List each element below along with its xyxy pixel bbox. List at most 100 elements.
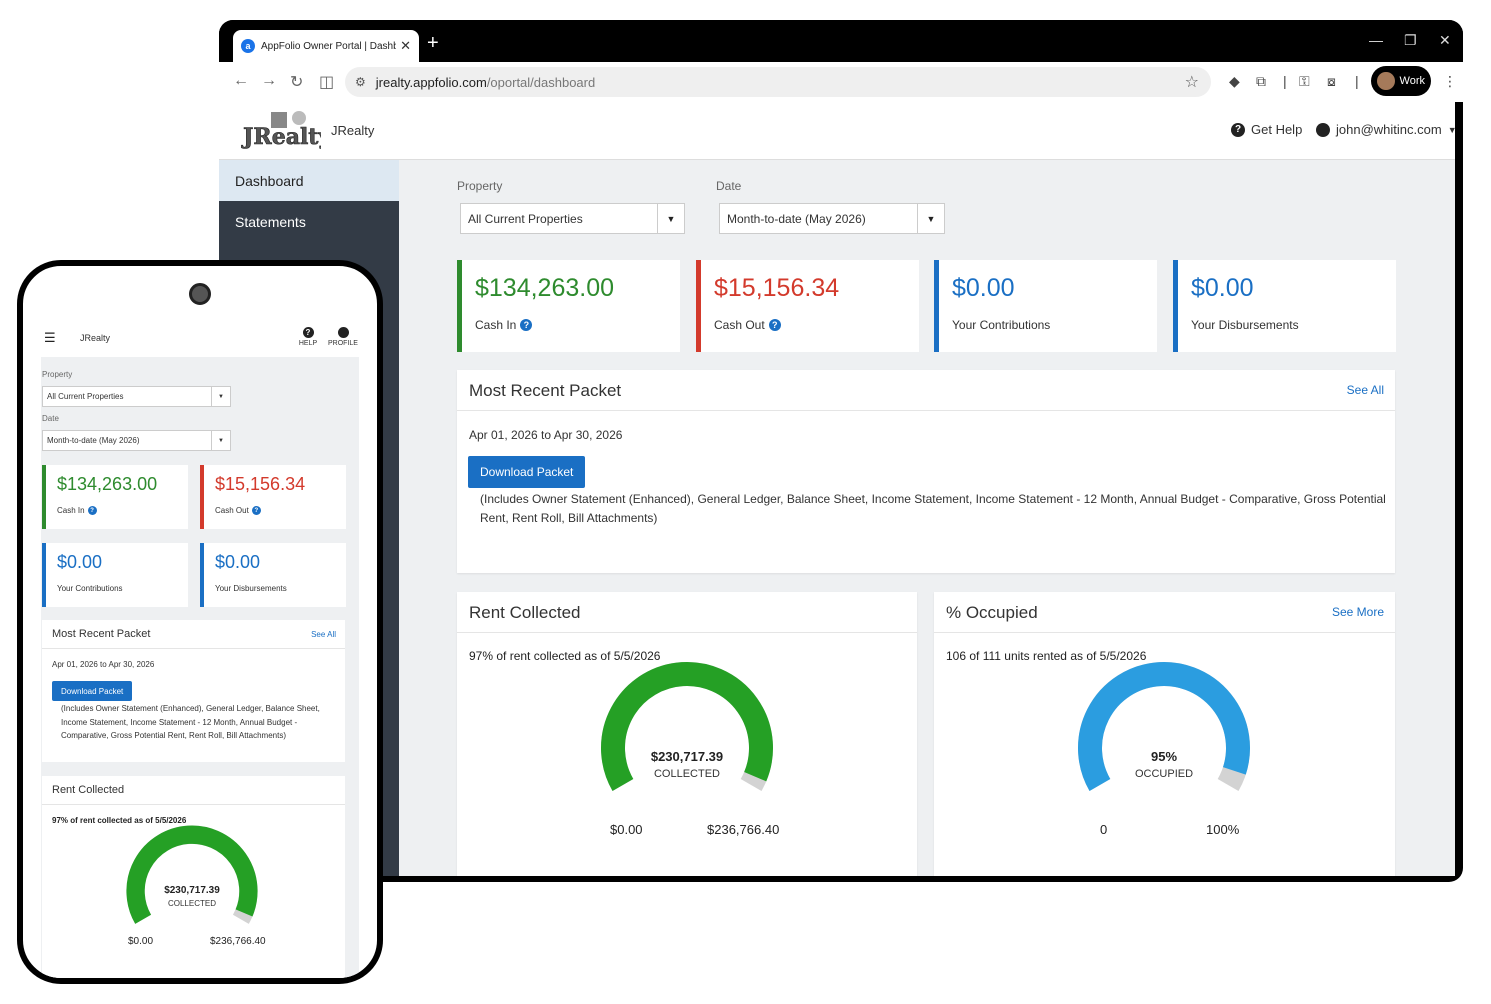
mobile-property-select[interactable]: All Current Properties ▼ (42, 386, 231, 407)
mobile-stat-cash-in: $134,263.00 Cash In? (42, 465, 188, 529)
user-email: john@whitinc.com (1336, 122, 1442, 137)
occupied-gauge-max: 100% (1206, 822, 1240, 837)
date-select-value: Month-to-date (May 2026) (727, 211, 866, 226)
packet-includes: (Includes Owner Statement (Enhanced), Ge… (61, 704, 320, 740)
mobile-rent-gauge-caption: COLLECTED (167, 899, 216, 908)
download-packet-button[interactable]: Download Packet (468, 456, 586, 488)
stat-amount: $15,156.34 (714, 274, 840, 302)
phone-device: ☰ JRealty ? HELP PROFILE Property All Cu… (17, 260, 383, 984)
sidebar-item-dashboard[interactable]: Dashboard (219, 160, 399, 201)
mobile-date-value: Month-to-date (May 2026) (47, 436, 140, 445)
profile-chip[interactable]: Work (1371, 66, 1431, 96)
card-header: Most Recent Packet See All (42, 620, 345, 649)
puzzle-extensions-icon[interactable]: ⧉ (1256, 73, 1266, 90)
stat-label: Your Disbursements (215, 584, 287, 593)
help-icon: ? (1231, 122, 1245, 137)
occupied-card: % Occupied See More 106 of 111 units ren… (934, 592, 1395, 876)
appfolio-favicon-icon: a (241, 39, 255, 53)
caret-down-icon: ▼ (211, 387, 230, 406)
minimize-icon[interactable]: — (1369, 32, 1383, 48)
rent-gauge-min: $0.00 (610, 822, 643, 837)
dashboard-main: Property All Current Properties ▼ Date M… (399, 160, 1455, 876)
card-title: Rent Collected (469, 603, 581, 622)
info-icon[interactable]: ? (520, 319, 533, 331)
sidebar-item-statements[interactable]: Statements (219, 201, 399, 242)
stat-amount: $134,263.00 (475, 274, 615, 302)
reload-icon[interactable]: ↻ (290, 72, 303, 92)
get-help-link[interactable]: ? Get Help (1231, 122, 1302, 137)
caret-down-icon: ▼ (211, 431, 230, 450)
rent-gauge-value: $230,717.39 (650, 749, 724, 764)
mobile-help-button[interactable]: ? HELP (293, 327, 323, 347)
toolbar-divider-2: | (1355, 73, 1359, 89)
stat-label-text: Cash In (57, 506, 85, 515)
info-icon[interactable]: ? (768, 319, 781, 331)
see-all-link[interactable]: See All (311, 630, 336, 639)
stat-label: Cash In? (57, 506, 97, 515)
card-header: Rent Collected (457, 592, 917, 633)
stat-card-cash-out: $15,156.34 Cash Out? (696, 260, 919, 352)
browser-window: a AppFolio Owner Portal | Dashboard ✕ + … (219, 20, 1463, 882)
packet-date-range: Apr 01, 2026 to Apr 30, 2026 (469, 428, 623, 442)
stat-amount: $134,263.00 (57, 474, 158, 494)
mobile-profile-label: PROFILE (328, 340, 358, 347)
site-info-icon[interactable]: ⚙ (355, 75, 366, 89)
rent-gauge-caption: COLLECTED (653, 768, 721, 780)
mobile-date-select[interactable]: Month-to-date (May 2026) ▼ (42, 430, 231, 451)
card-title: Rent Collected (52, 784, 125, 796)
browser-tab[interactable]: a AppFolio Owner Portal | Dashboard ✕ (233, 30, 419, 62)
property-select-value: All Current Properties (468, 211, 583, 226)
download-packet-button[interactable]: Download Packet (52, 681, 133, 701)
card-title: Most Recent Packet (52, 628, 151, 640)
mobile-property-value: All Current Properties (47, 392, 124, 401)
property-select[interactable]: All Current Properties ▼ (460, 203, 685, 234)
user-menu[interactable]: john@whitinc.com ▼ (1316, 122, 1455, 137)
split-view-icon[interactable]: ◫ (319, 72, 334, 92)
hamburger-menu-icon[interactable]: ☰ (44, 330, 56, 346)
forward-icon[interactable]: → (261, 72, 277, 90)
stat-label: Your Contributions (57, 584, 123, 593)
stat-amount: $15,156.34 (215, 474, 306, 494)
stat-label: Cash Out? (714, 318, 781, 332)
svg-text:JRealty: JRealty (241, 124, 321, 150)
see-more-link[interactable]: See More (1332, 605, 1384, 619)
extension-icon[interactable]: ◆ (1229, 73, 1240, 90)
address-bar[interactable]: ⚙ jrealty.appfolio.com/oportal/dashboard… (345, 67, 1211, 97)
browser-toolbar: ← → ↻ ◫ ⚙ jrealty.appfolio.com/oportal/d… (219, 62, 1463, 102)
packet-includes: (Includes Owner Statement (Enhanced), Ge… (480, 492, 1386, 525)
close-tab-icon[interactable]: ✕ (400, 38, 411, 54)
mobile-recent-packet-card: Most Recent Packet See All Apr 01, 2026 … (42, 620, 345, 762)
card-header: Most Recent Packet See All (457, 370, 1395, 411)
app-header: JRealty JRealty ? Get Help john@whitinc.… (219, 102, 1455, 160)
tab-title: AppFolio Owner Portal | Dashboard (261, 40, 397, 52)
occupied-gauge-value: 95% (1150, 749, 1178, 764)
info-icon[interactable]: ? (87, 506, 97, 515)
profile-avatar (1377, 72, 1395, 90)
mobile-rent-collected-card: Rent Collected 97% of rent collected as … (42, 776, 345, 978)
restore-icon[interactable]: ❐ (1404, 32, 1417, 49)
url-path: /oportal/dashboard (486, 74, 596, 90)
see-all-link[interactable]: See All (1347, 383, 1384, 397)
password-key-icon[interactable]: ⚿ (1299, 73, 1310, 90)
bookmark-star-icon[interactable]: ☆ (1185, 72, 1199, 92)
brand-name: JRealty (331, 123, 375, 138)
stat-label-text: Cash Out (714, 318, 765, 332)
info-icon[interactable]: ? (251, 506, 261, 515)
card-title: Most Recent Packet (469, 381, 622, 400)
date-select[interactable]: Month-to-date (May 2026) ▼ (719, 203, 945, 234)
get-help-label: Get Help (1251, 122, 1303, 137)
caret-down-icon: ▼ (917, 204, 944, 233)
stat-label: Your Disbursements (1191, 318, 1299, 332)
screen-search-icon[interactable]: ⧇ (1327, 73, 1336, 90)
sidebar-item-label: Dashboard (235, 172, 304, 189)
close-window-icon[interactable]: ✕ (1439, 32, 1451, 49)
stat-label: Cash In? (475, 318, 533, 332)
back-icon[interactable]: ← (233, 72, 249, 90)
stat-amount: $0.00 (1191, 274, 1254, 302)
stat-amount: $0.00 (952, 274, 1015, 302)
new-tab-icon[interactable]: + (427, 32, 439, 55)
recent-packet-card: Most Recent Packet See All Apr 01, 2026 … (457, 370, 1395, 573)
browser-menu-icon[interactable]: ⋮ (1443, 73, 1457, 90)
mobile-brand-name: JRealty (80, 333, 111, 343)
mobile-profile-button[interactable]: PROFILE (328, 327, 358, 347)
